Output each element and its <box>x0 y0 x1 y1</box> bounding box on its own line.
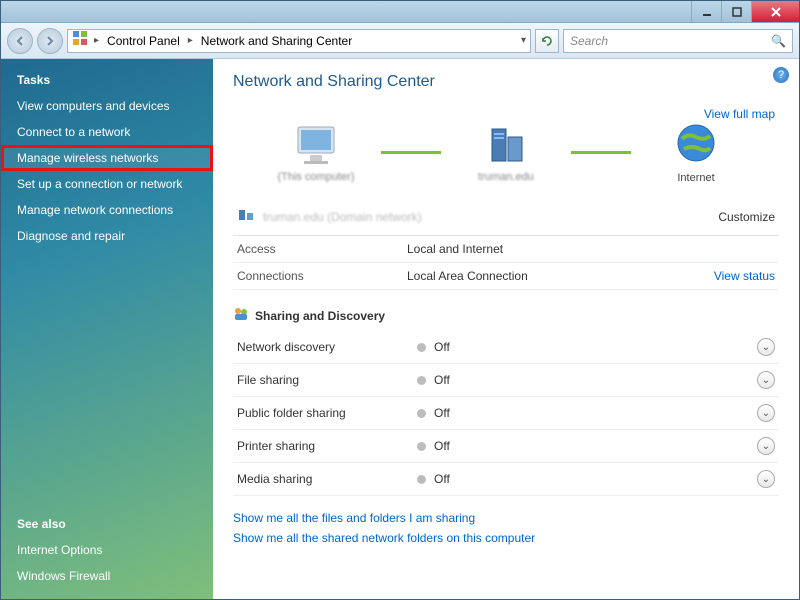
task-view-computers[interactable]: View computers and devices <box>1 93 213 119</box>
status-row-access: Access Local and Internet <box>233 236 779 263</box>
sharing-row: Network discovery Off⌄ <box>233 331 779 364</box>
see-also-firewall[interactable]: Windows Firewall <box>1 563 213 589</box>
server-icon <box>484 123 528 167</box>
connection-line <box>571 151 631 154</box>
sharing-row: File sharing Off⌄ <box>233 364 779 397</box>
page-title: Network and Sharing Center <box>233 73 779 91</box>
maximize-button[interactable] <box>721 1 751 22</box>
chevron-down-icon[interactable]: ▾ <box>521 35 526 46</box>
connection-line <box>381 151 441 154</box>
share-key: Network discovery <box>237 340 417 354</box>
task-connect-network[interactable]: Connect to a network <box>1 119 213 145</box>
titlebar <box>1 1 799 23</box>
computer-icon <box>292 123 340 167</box>
row-key: Connections <box>237 269 407 283</box>
refresh-button[interactable] <box>535 29 559 53</box>
customize-link[interactable]: Customize <box>718 210 775 224</box>
status-dot-icon <box>417 475 426 484</box>
share-key: Media sharing <box>237 472 417 486</box>
view-full-map-link[interactable]: View full map <box>704 107 775 121</box>
search-input[interactable]: Search 🔍 <box>563 29 793 53</box>
breadcrumb-seg-2[interactable]: Network and Sharing Center <box>199 34 354 48</box>
toolbar: ▸ Control Panel ▸ Network and Sharing Ce… <box>1 23 799 59</box>
map-node-internet: Internet <box>641 121 751 184</box>
share-val: Off <box>434 472 757 486</box>
content-pane: ? Network and Sharing Center View full m… <box>213 59 799 599</box>
minimize-button[interactable] <box>691 1 721 22</box>
sharing-header: Sharing and Discovery <box>233 306 779 325</box>
share-val: Off <box>434 439 757 453</box>
see-also-internet-options[interactable]: Internet Options <box>1 537 213 563</box>
network-map: (This computer) truman.edu Internet <box>233 121 779 184</box>
status-dot-icon <box>417 343 426 352</box>
network-icon <box>237 206 255 227</box>
expand-button[interactable]: ⌄ <box>757 437 775 455</box>
expand-button[interactable]: ⌄ <box>757 470 775 488</box>
forward-button[interactable] <box>37 28 63 54</box>
chevron-right-icon: ▸ <box>188 35 193 46</box>
map-node-3-label: Internet <box>677 172 714 184</box>
map-node-computer: (This computer) <box>261 123 371 183</box>
row-value: Local Area Connection <box>407 269 714 283</box>
search-icon: 🔍 <box>771 34 786 48</box>
row-value: Local and Internet <box>407 242 775 256</box>
network-header-row: truman.edu (Domain network) Customize <box>233 202 779 235</box>
map-node-server: truman.edu <box>451 123 561 183</box>
breadcrumb-seg-1[interactable]: Control Panel <box>105 34 182 48</box>
search-placeholder: Search <box>570 34 608 48</box>
task-manage-wireless[interactable]: Manage wireless networks <box>1 145 213 171</box>
map-node-1-label: (This computer) <box>277 171 354 183</box>
share-val: Off <box>434 373 757 387</box>
share-key: Printer sharing <box>237 439 417 453</box>
bottom-links: Show me all the files and folders I am s… <box>233 508 779 548</box>
status-dot-icon <box>417 376 426 385</box>
sharing-row: Printer sharing Off⌄ <box>233 430 779 463</box>
task-diagnose-repair[interactable]: Diagnose and repair <box>1 223 213 249</box>
status-panel: Access Local and Internet Connections Lo… <box>233 235 779 290</box>
status-dot-icon <box>417 442 426 451</box>
task-manage-connections[interactable]: Manage network connections <box>1 197 213 223</box>
help-icon[interactable]: ? <box>773 67 789 83</box>
body: Tasks View computers and devices Connect… <box>1 59 799 599</box>
control-panel-icon <box>72 30 88 51</box>
share-val: Off <box>434 406 757 420</box>
expand-button[interactable]: ⌄ <box>757 371 775 389</box>
expand-button[interactable]: ⌄ <box>757 338 775 356</box>
share-key: File sharing <box>237 373 417 387</box>
status-dot-icon <box>417 409 426 418</box>
address-bar[interactable]: ▸ Control Panel ▸ Network and Sharing Ce… <box>67 29 531 53</box>
link-show-folders[interactable]: Show me all the shared network folders o… <box>233 528 779 548</box>
view-status-link[interactable]: View status <box>714 269 775 283</box>
sharing-row: Public folder sharing Off⌄ <box>233 397 779 430</box>
sharing-row: Media sharing Off⌄ <box>233 463 779 496</box>
see-also-header: See also <box>1 517 213 537</box>
people-icon <box>233 306 249 325</box>
status-row-connections: Connections Local Area Connection View s… <box>233 263 779 290</box>
share-val: Off <box>434 340 757 354</box>
chevron-right-icon: ▸ <box>94 35 99 46</box>
globe-icon <box>674 121 718 168</box>
share-key: Public folder sharing <box>237 406 417 420</box>
tasks-header: Tasks <box>1 73 213 93</box>
network-name: truman.edu (Domain network) <box>263 210 422 224</box>
window: ▸ Control Panel ▸ Network and Sharing Ce… <box>0 0 800 600</box>
row-key: Access <box>237 242 407 256</box>
close-button[interactable] <box>751 1 799 22</box>
expand-button[interactable]: ⌄ <box>757 404 775 422</box>
map-node-2-label: truman.edu <box>478 171 534 183</box>
sharing-header-text: Sharing and Discovery <box>255 309 385 323</box>
task-setup-connection[interactable]: Set up a connection or network <box>1 171 213 197</box>
link-show-files[interactable]: Show me all the files and folders I am s… <box>233 508 779 528</box>
sharing-section: Sharing and Discovery Network discovery O… <box>233 306 779 496</box>
sidebar: Tasks View computers and devices Connect… <box>1 59 213 599</box>
back-button[interactable] <box>7 28 33 54</box>
